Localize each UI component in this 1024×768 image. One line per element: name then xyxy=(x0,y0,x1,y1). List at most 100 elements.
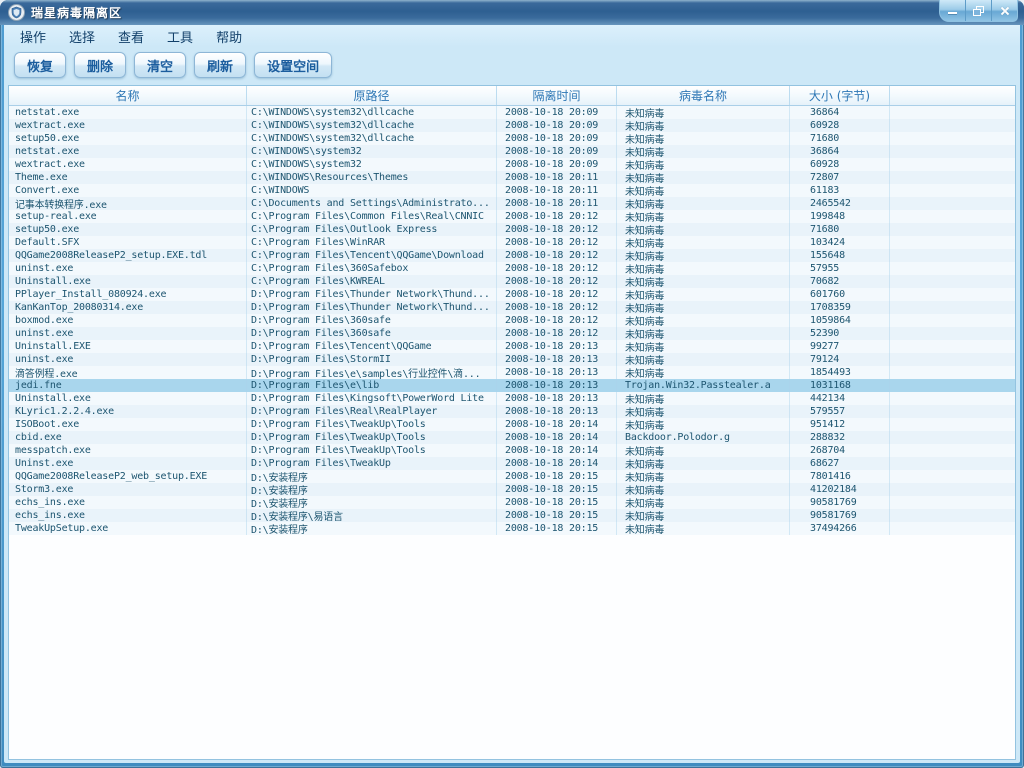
cell-size: 268704 xyxy=(790,444,890,457)
cell-time: 2008-10-18 20:13 xyxy=(497,405,617,418)
cell-virus: 未知病毒 xyxy=(617,197,790,210)
set-space-button[interactable]: 设置空间 xyxy=(254,52,333,78)
cell-name: boxmod.exe xyxy=(9,314,247,327)
cell-virus: 未知病毒 xyxy=(617,249,790,262)
table-row[interactable]: setup50.exe C:\Program Files\Outlook Exp… xyxy=(9,223,1015,236)
menu-select[interactable]: 选择 xyxy=(61,25,103,48)
cell-path: C:\Program Files\WinRAR xyxy=(247,236,497,249)
minimize-button[interactable] xyxy=(940,0,965,21)
table-row[interactable]: wextract.exe C:\WINDOWS\system32 2008-10… xyxy=(9,158,1015,171)
table-header: 名称 原路径 隔离时间 病毒名称 大小 (字节) xyxy=(9,86,1015,106)
column-header-size[interactable]: 大小 (字节) xyxy=(790,86,890,105)
table-row[interactable]: ISOBoot.exe D:\Program Files\TweakUp\Too… xyxy=(9,418,1015,431)
table-row[interactable]: Convert.exe C:\WINDOWS 2008-10-18 20:11 … xyxy=(9,184,1015,197)
column-header-name[interactable]: 名称 xyxy=(9,86,247,105)
cell-time: 2008-10-18 20:11 xyxy=(497,197,617,210)
delete-button[interactable]: 删除 xyxy=(74,52,127,78)
cell-size: 2465542 xyxy=(790,197,890,210)
cell-path: C:\WINDOWS\system32\dllcache xyxy=(247,119,497,132)
title-bar[interactable]: 瑞星病毒隔离区 xyxy=(0,0,1024,25)
table-row[interactable]: QQGame2008ReleaseP2_setup.EXE.tdl C:\Pro… xyxy=(9,249,1015,262)
table-row[interactable]: TweakUpSetup.exe D:\安装程序 2008-10-18 20:1… xyxy=(9,522,1015,535)
table-row[interactable]: netstat.exe C:\WINDOWS\system32\dllcache… xyxy=(9,106,1015,119)
table-row[interactable]: Storm3.exe D:\安装程序 2008-10-18 20:15 未知病毒… xyxy=(9,483,1015,496)
cell-filler xyxy=(890,444,1015,457)
cell-path: C:\WINDOWS\Resources\Themes xyxy=(247,171,497,184)
table-row[interactable]: Uninstall.exe C:\Program Files\KWREAL 20… xyxy=(9,275,1015,288)
cell-name: 记事本转换程序.exe xyxy=(9,197,247,210)
cell-filler xyxy=(890,210,1015,223)
cell-filler xyxy=(890,405,1015,418)
column-header-time[interactable]: 隔离时间 xyxy=(497,86,617,105)
table-row[interactable]: jedi.fne D:\Program Files\e\lib 2008-10-… xyxy=(9,379,1015,392)
table-row[interactable]: uninst.exe C:\Program Files\360Safebox 2… xyxy=(9,262,1015,275)
cell-name: netstat.exe xyxy=(9,145,247,158)
column-header-path[interactable]: 原路径 xyxy=(247,86,497,105)
table-row[interactable]: messpatch.exe D:\Program Files\TweakUp\T… xyxy=(9,444,1015,457)
table-row[interactable]: uninst.exe D:\Program Files\360safe 2008… xyxy=(9,327,1015,340)
cell-name: netstat.exe xyxy=(9,106,247,119)
table-row[interactable]: Uninstall.exe D:\Program Files\Kingsoft\… xyxy=(9,392,1015,405)
table-row[interactable]: setup50.exe C:\WINDOWS\system32\dllcache… xyxy=(9,132,1015,145)
table-row[interactable]: netstat.exe C:\WINDOWS\system32 2008-10-… xyxy=(9,145,1015,158)
cell-time: 2008-10-18 20:09 xyxy=(497,119,617,132)
cell-path: D:\Program Files\TweakUp\Tools xyxy=(247,444,497,457)
cell-filler xyxy=(890,418,1015,431)
cell-name: wextract.exe xyxy=(9,119,247,132)
table-row[interactable]: Theme.exe C:\WINDOWS\Resources\Themes 20… xyxy=(9,171,1015,184)
cell-name: messpatch.exe xyxy=(9,444,247,457)
table-row[interactable]: Default.SFX C:\Program Files\WinRAR 2008… xyxy=(9,236,1015,249)
menu-tools[interactable]: 工具 xyxy=(159,25,201,48)
cell-filler xyxy=(890,509,1015,522)
menu-operate[interactable]: 操作 xyxy=(12,25,54,48)
table-row[interactable]: KLyric1.2.2.4.exe D:\Program Files\Real\… xyxy=(9,405,1015,418)
table-row[interactable]: Uninstall.EXE D:\Program Files\Tencent\Q… xyxy=(9,340,1015,353)
table-row[interactable]: QQGame2008ReleaseP2_web_setup.EXE D:\安装程… xyxy=(9,470,1015,483)
cell-size: 103424 xyxy=(790,236,890,249)
cell-filler xyxy=(890,392,1015,405)
cell-size: 90581769 xyxy=(790,509,890,522)
menu-help[interactable]: 帮助 xyxy=(208,25,250,48)
cell-name: Uninstall.exe xyxy=(9,392,247,405)
cell-time: 2008-10-18 20:12 xyxy=(497,275,617,288)
table-row[interactable]: setup-real.exe C:\Program Files\Common F… xyxy=(9,210,1015,223)
close-button[interactable] xyxy=(991,0,1017,21)
restore-button[interactable] xyxy=(965,0,991,21)
cell-size: 1059864 xyxy=(790,314,890,327)
cell-time: 2008-10-18 20:14 xyxy=(497,418,617,431)
table-row[interactable]: 记事本转换程序.exe C:\Documents and Settings\Ad… xyxy=(9,197,1015,210)
table-row[interactable]: wextract.exe C:\WINDOWS\system32\dllcach… xyxy=(9,119,1015,132)
column-header-virus[interactable]: 病毒名称 xyxy=(617,86,790,105)
menu-view[interactable]: 查看 xyxy=(110,25,152,48)
cell-name: PPlayer_Install_080924.exe xyxy=(9,288,247,301)
cell-size: 79124 xyxy=(790,353,890,366)
cell-path: D:\安装程序 xyxy=(247,522,497,535)
table-row[interactable]: echs_ins.exe D:\安装程序\易语言 2008-10-18 20:1… xyxy=(9,509,1015,522)
cell-path: D:\Program Files\360safe xyxy=(247,314,497,327)
cell-size: 601760 xyxy=(790,288,890,301)
close-icon xyxy=(1000,6,1010,16)
restore-file-button[interactable]: 恢复 xyxy=(14,52,67,78)
table-empty-area xyxy=(9,535,1015,759)
refresh-button[interactable]: 刷新 xyxy=(194,52,247,78)
toolbar: 恢复 删除 清空 刷新 设置空间 xyxy=(4,47,1020,83)
table-row[interactable]: cbid.exe D:\Program Files\TweakUp\Tools … xyxy=(9,431,1015,444)
cell-path: D:\Program Files\e\samples\行业控件\滴... xyxy=(247,366,497,379)
table-row[interactable]: echs_ins.exe D:\安装程序 2008-10-18 20:15 未知… xyxy=(9,496,1015,509)
cell-filler xyxy=(890,314,1015,327)
table-row[interactable]: Uninst.exe D:\Program Files\TweakUp 2008… xyxy=(9,457,1015,470)
cell-name: Default.SFX xyxy=(9,236,247,249)
table-row[interactable]: uninst.exe D:\Program Files\StormII 2008… xyxy=(9,353,1015,366)
table-row[interactable]: 滴答例程.exe D:\Program Files\e\samples\行业控件… xyxy=(9,366,1015,379)
table-row[interactable]: boxmod.exe D:\Program Files\360safe 2008… xyxy=(9,314,1015,327)
cell-virus: 未知病毒 xyxy=(617,353,790,366)
clear-all-button[interactable]: 清空 xyxy=(134,52,187,78)
cell-time: 2008-10-18 20:09 xyxy=(497,145,617,158)
cell-virus: 未知病毒 xyxy=(617,171,790,184)
table-row[interactable]: PPlayer_Install_080924.exe D:\Program Fi… xyxy=(9,288,1015,301)
cell-time: 2008-10-18 20:11 xyxy=(497,184,617,197)
cell-name: TweakUpSetup.exe xyxy=(9,522,247,535)
table-row[interactable]: KanKanTop_20080314.exe D:\Program Files\… xyxy=(9,301,1015,314)
restore-icon xyxy=(973,5,984,16)
cell-size: 951412 xyxy=(790,418,890,431)
